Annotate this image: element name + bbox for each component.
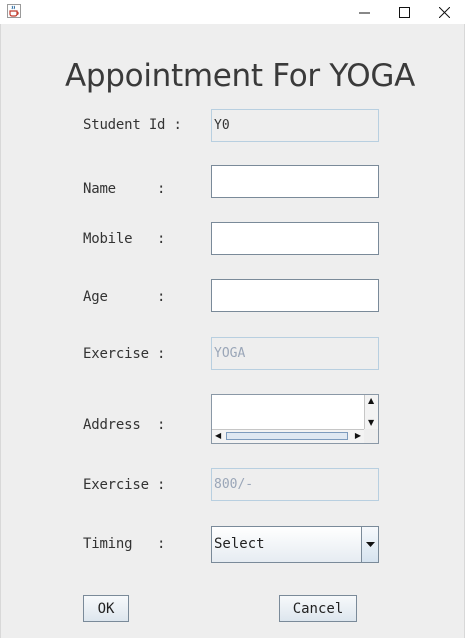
timing-select[interactable]: Select bbox=[211, 526, 379, 563]
timing-dropdown-button[interactable] bbox=[361, 527, 378, 562]
exercise-fee-field[interactable] bbox=[211, 468, 379, 501]
scroll-corner bbox=[364, 429, 378, 443]
timing-select-value: Select bbox=[214, 536, 265, 552]
minimize-icon bbox=[358, 12, 370, 13]
address-label: Address : bbox=[83, 417, 166, 433]
name-label: Name : bbox=[83, 181, 166, 197]
timing-label: Timing : bbox=[83, 536, 166, 552]
exercise-field[interactable] bbox=[211, 337, 379, 370]
student-id-field[interactable] bbox=[211, 109, 379, 142]
close-button[interactable] bbox=[424, 0, 464, 24]
close-icon bbox=[438, 6, 450, 18]
student-id-label: Student Id : bbox=[83, 117, 182, 133]
exercise-label: Exercise : bbox=[83, 346, 166, 362]
address-textarea-container: ▲ ▼ ◀ ▶ bbox=[211, 394, 379, 444]
scroll-down-icon[interactable]: ▼ bbox=[368, 419, 374, 427]
mobile-field[interactable] bbox=[211, 222, 379, 255]
form-title: Appointment For YOGA bbox=[65, 58, 416, 94]
address-textarea[interactable] bbox=[212, 395, 364, 429]
maximize-icon bbox=[398, 6, 410, 18]
minimize-button[interactable] bbox=[344, 0, 384, 24]
ok-button[interactable]: OK bbox=[83, 595, 129, 622]
address-horizontal-scrollbar[interactable]: ◀ ▶ bbox=[212, 429, 364, 443]
age-label: Age : bbox=[83, 289, 166, 305]
maximize-button[interactable] bbox=[384, 0, 424, 24]
title-bar bbox=[0, 0, 465, 24]
name-field[interactable] bbox=[211, 165, 379, 198]
scroll-right-icon[interactable]: ▶ bbox=[355, 432, 361, 440]
address-vertical-scrollbar[interactable]: ▲ ▼ bbox=[364, 395, 378, 429]
scroll-thumb[interactable] bbox=[226, 432, 348, 440]
scroll-left-icon[interactable]: ◀ bbox=[215, 432, 221, 440]
java-cup-icon bbox=[7, 4, 21, 18]
exercise-fee-label: Exercise : bbox=[83, 477, 166, 493]
scroll-up-icon[interactable]: ▲ bbox=[368, 397, 374, 405]
chevron-down-icon bbox=[365, 542, 375, 547]
cancel-button[interactable]: Cancel bbox=[279, 595, 357, 622]
mobile-label: Mobile : bbox=[83, 231, 166, 247]
age-field[interactable] bbox=[211, 279, 379, 312]
